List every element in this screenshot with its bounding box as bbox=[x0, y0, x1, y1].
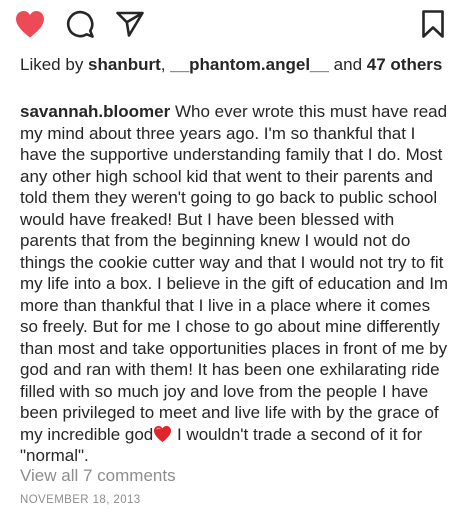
comment-bubble-icon bbox=[66, 10, 94, 38]
likes-summary: Liked by shanburt, __phantom.angel__ and… bbox=[20, 54, 449, 75]
liked-by-user-phantom-angel[interactable]: __phantom.angel__ bbox=[170, 55, 329, 74]
comment-button[interactable] bbox=[64, 8, 96, 40]
post-action-bar bbox=[14, 8, 449, 40]
liked-by-user-shanburt[interactable]: shanburt bbox=[88, 55, 161, 74]
likes-prefix: Liked by bbox=[20, 55, 89, 74]
caption-author[interactable]: savannah.bloomer bbox=[20, 102, 170, 121]
save-button[interactable] bbox=[417, 8, 449, 40]
caption-text: Who ever wrote this must have read my mi… bbox=[20, 102, 449, 444]
share-button[interactable] bbox=[114, 8, 146, 40]
red-heart-emoji-icon bbox=[154, 425, 172, 442]
post-timestamp: NOVEMBER 18, 2013 bbox=[20, 494, 141, 506]
likes-and: and bbox=[328, 55, 367, 74]
liked-by-others-link[interactable]: 47 others bbox=[367, 55, 443, 74]
like-button[interactable] bbox=[14, 8, 46, 40]
bookmark-icon bbox=[422, 10, 444, 38]
post-caption: savannah.bloomer Who ever wrote this mus… bbox=[20, 101, 450, 467]
heart-filled-icon bbox=[16, 11, 44, 38]
likes-separator: , bbox=[160, 55, 171, 74]
view-all-comments-link[interactable]: View all 7 comments bbox=[20, 466, 176, 486]
paper-plane-icon bbox=[116, 11, 144, 37]
